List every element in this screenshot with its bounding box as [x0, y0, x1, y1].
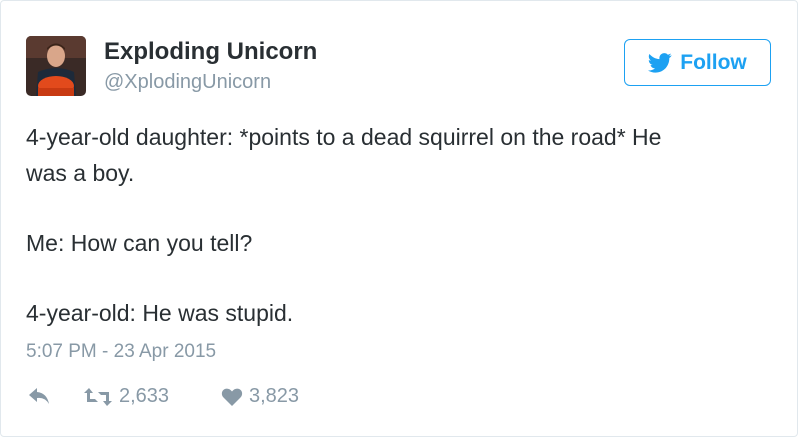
avatar-image	[26, 36, 86, 96]
retweet-icon	[84, 387, 112, 406]
tweet-text-line: 4-year-old daughter: *points to a dead s…	[26, 124, 662, 150]
heart-icon	[221, 388, 243, 406]
tweet-text-line: 4-year-old: He was stupid.	[26, 300, 294, 326]
avatar[interactable]	[26, 36, 86, 96]
tweet-timestamp[interactable]: 5:07 PM - 23 Apr 2015	[26, 341, 216, 363]
like-button[interactable]: 3,823	[221, 385, 299, 408]
user-handle[interactable]: @XplodingUnicorn	[104, 71, 271, 94]
reply-button[interactable]	[26, 385, 52, 407]
twitter-bird-icon	[648, 52, 672, 73]
like-count: 3,823	[249, 385, 300, 407]
tweet-text-line: was a boy.	[26, 160, 135, 186]
retweet-button[interactable]: 2,633	[83, 385, 169, 408]
tweet-text-line: Me: How can you tell?	[26, 230, 253, 256]
retweet-count: 2,633	[119, 385, 170, 407]
follow-label: Follow	[680, 50, 747, 74]
follow-button[interactable]: Follow	[624, 39, 771, 86]
reply-icon	[29, 388, 49, 404]
display-name[interactable]: Exploding Unicorn	[104, 38, 317, 66]
tweet-card: Exploding Unicorn @XplodingUnicorn Follo…	[0, 0, 798, 437]
